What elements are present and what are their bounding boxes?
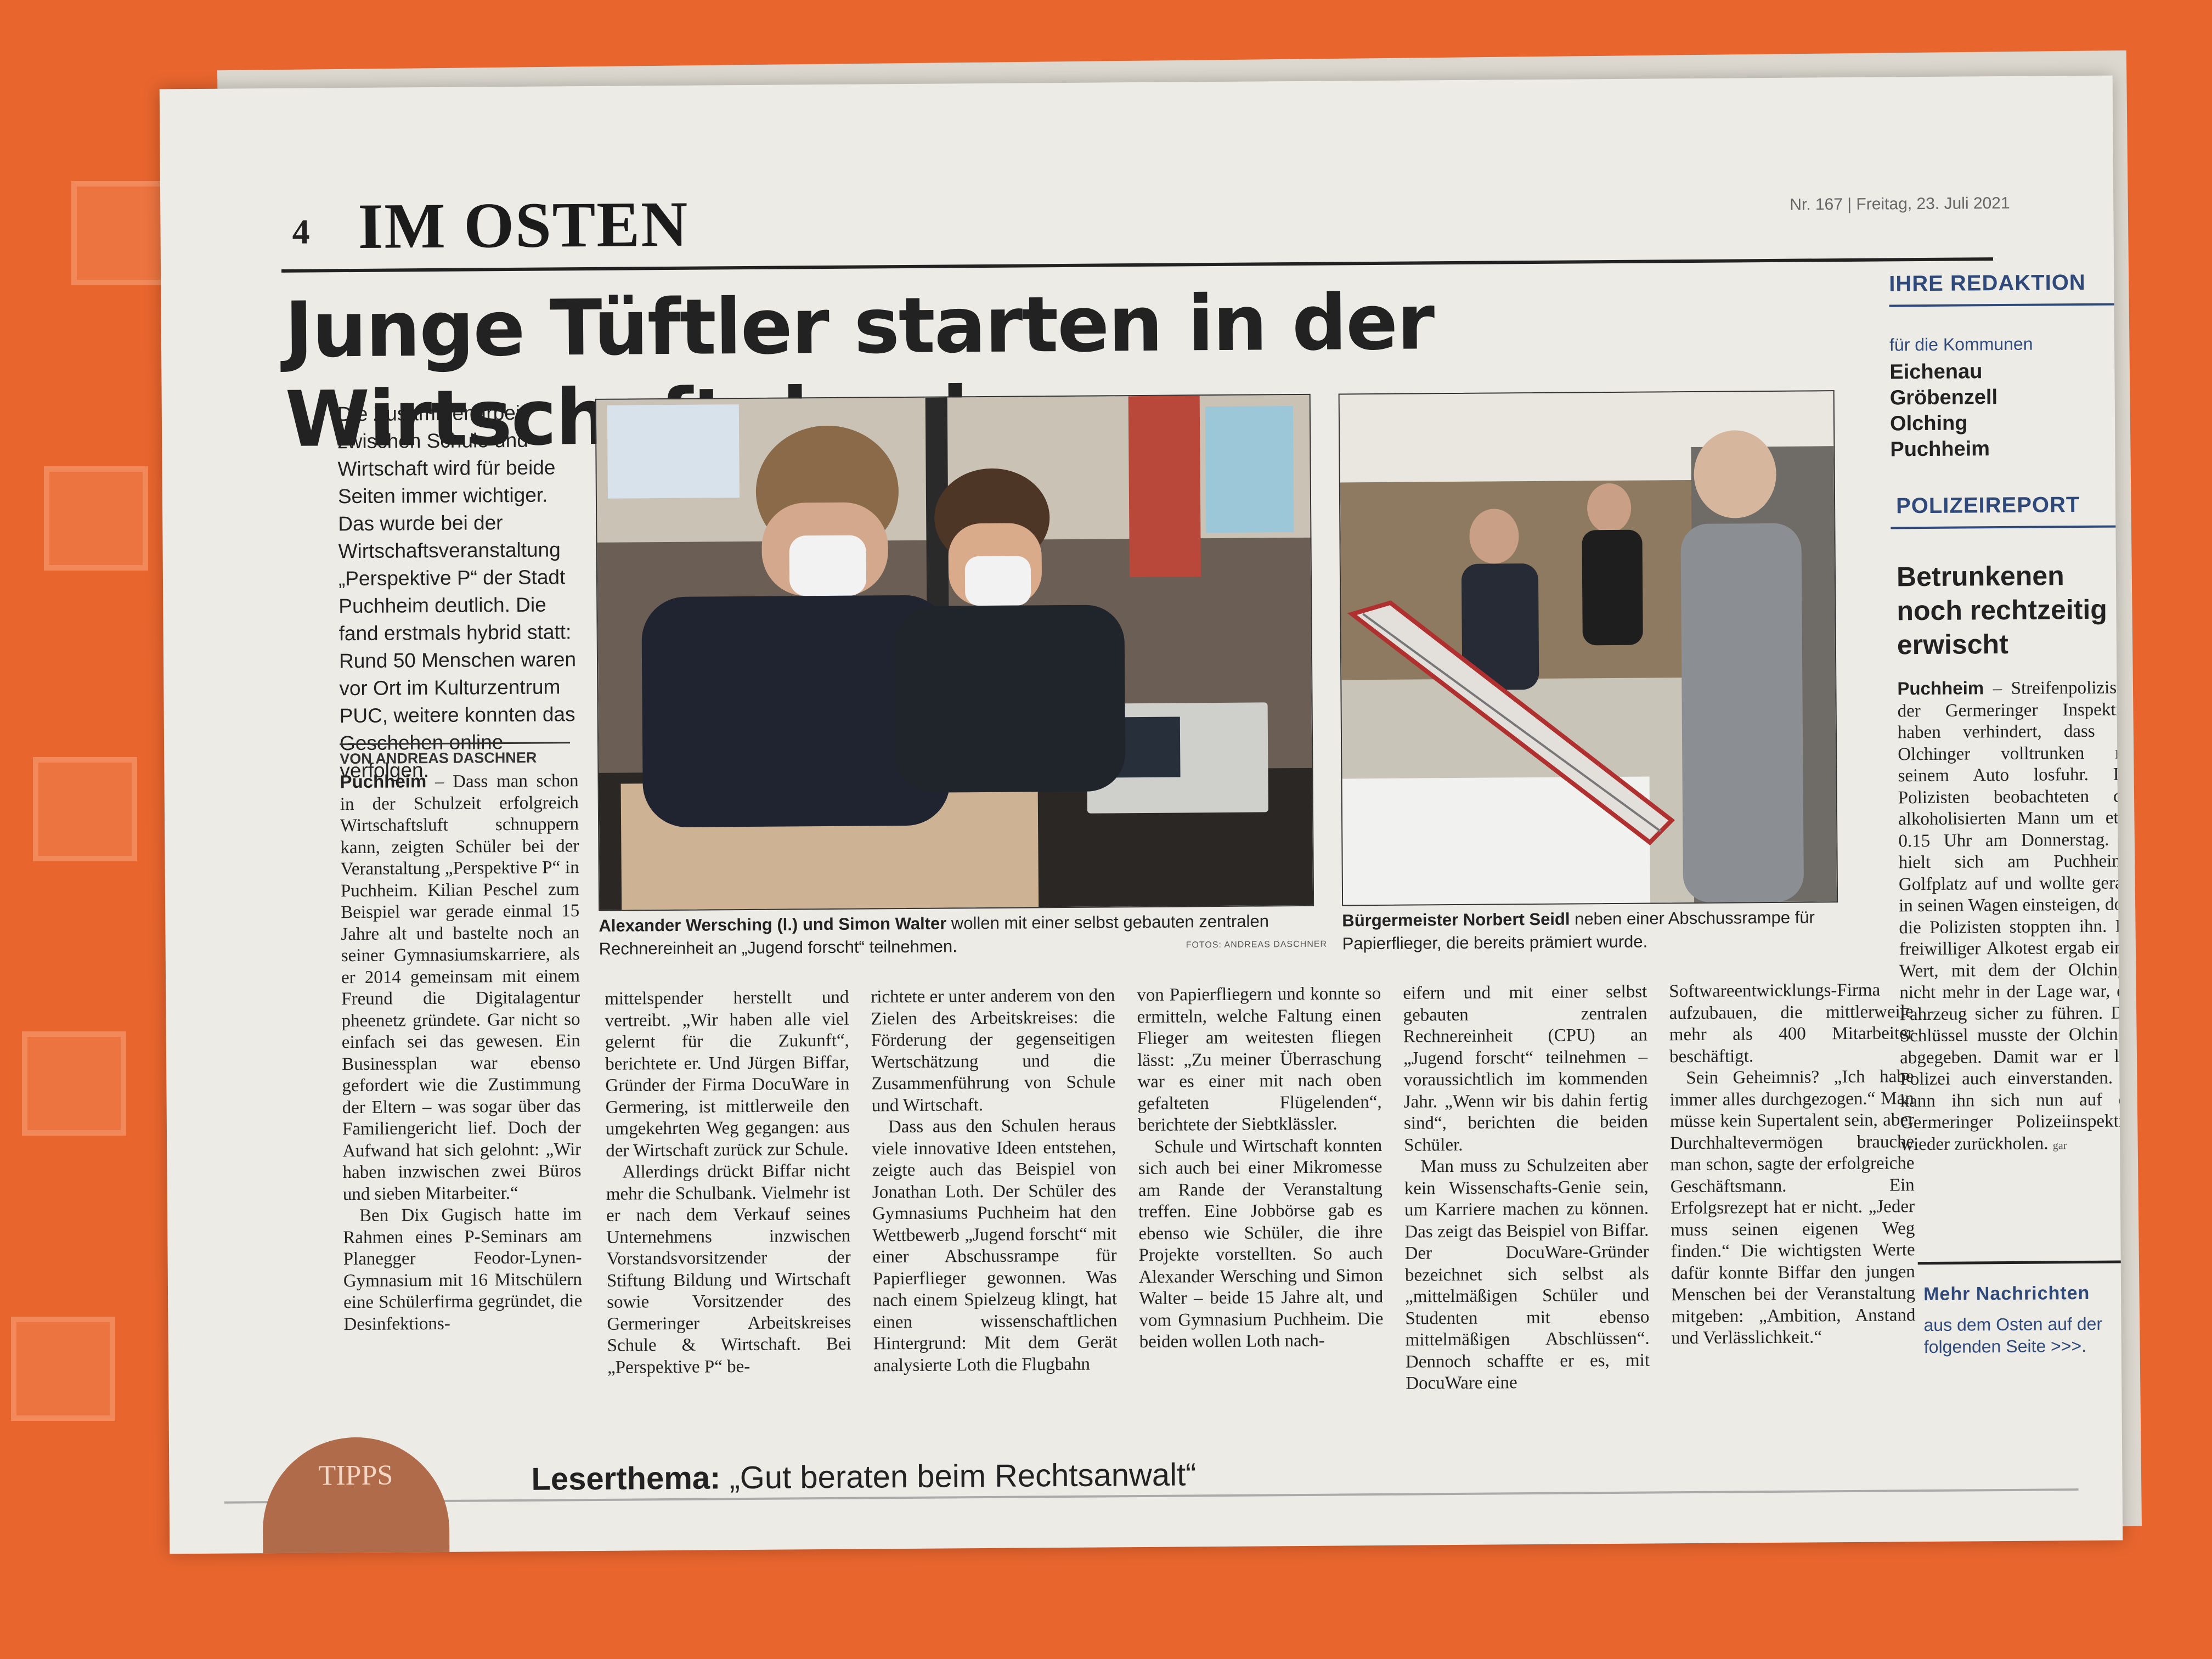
issue-info: Nr. 167 | Freitag, 23. Juli 2021 xyxy=(1790,194,2010,214)
redaktion-rule xyxy=(1889,303,2123,307)
photo-students-cpu xyxy=(595,393,1314,911)
redaktion-towns: Eichenau Gröbenzell Olching Puchheim xyxy=(1889,359,1998,462)
photo-mayor-illustration xyxy=(1339,391,1837,905)
tablecloth-pattern xyxy=(44,466,148,571)
article-column-6: Softwareentwicklungs-Firma aufzubauen, d… xyxy=(1669,979,1916,1350)
column-1-paragraph-2: Ben Dix Gugisch hatte im Rahmen eines P-… xyxy=(343,1204,583,1334)
police-report-rule xyxy=(1891,525,2123,529)
tablecloth-pattern xyxy=(22,1031,126,1136)
photo-caption-left: Alexander Wersching (l.) und Simon Walte… xyxy=(599,910,1312,961)
article-column-2: mittelspender herstellt und vertreibt. „… xyxy=(605,987,851,1379)
town-item: Eichenau xyxy=(1889,360,1983,384)
column-5-paragraph-1: eifern und mit einer selbst gebauten zen… xyxy=(1403,981,1649,1155)
reader-topic-text: „Gut beraten beim Rechtsanwalt“ xyxy=(720,1457,1197,1496)
photo-caption-right: Bürgermeister Norbert Seidl neben einer … xyxy=(1342,906,1836,955)
photo-mayor-launcher xyxy=(1338,390,1838,906)
town-item: Gröbenzell xyxy=(1889,386,1998,410)
section-title: IM OSTEN xyxy=(358,188,689,262)
column-3-paragraph-2: Dass aus den Schulen heraus viele innova… xyxy=(872,1115,1118,1375)
more-news-link[interactable]: aus dem Osten auf der folgenden Seite >>… xyxy=(1923,1312,2123,1358)
newspaper-page: 4 IM OSTEN Nr. 167 | Freitag, 23. Juli 2… xyxy=(159,75,2123,1554)
article-byline: VON ANDREAS DASCHNER xyxy=(340,742,571,768)
tablecloth-pattern xyxy=(33,757,137,861)
column-1-text-1: – Dass man schon in der Schulzeit erfolg… xyxy=(340,771,582,1204)
caption-right-names: Bürgermeister Norbert Seidl xyxy=(1342,909,1570,930)
police-signature: gar xyxy=(2052,1139,2067,1152)
police-text: Puchheim – Streifenpolizisten der Germer… xyxy=(1897,676,2123,1158)
town-item: Puchheim xyxy=(1890,437,1990,461)
reader-topic: Leserthema: „Gut beraten beim Rechtsanwa… xyxy=(531,1456,1197,1497)
redaktion-title: IHRE REDAKTION xyxy=(1889,270,2086,296)
column-4-paragraph-2: Schule und Wirtschaft konnten sich auch … xyxy=(1138,1135,1384,1352)
column-3-paragraph-1: richtete er unter anderem von den Zielen… xyxy=(871,985,1116,1115)
police-paragraph: Puchheim – Streifenpolizisten der Germer… xyxy=(1897,676,2123,1158)
article-column-5: eifern und mit einer selbst gebauten zen… xyxy=(1403,981,1650,1395)
column-2-paragraph-2: Allerdings drückt Biffar nicht mehr die … xyxy=(606,1160,851,1378)
police-dateline: Puchheim xyxy=(1897,678,1984,699)
column-6-paragraph-1: Softwareentwicklungs-Firma aufzubauen, d… xyxy=(1669,980,1914,1066)
police-report-title: POLIZEIREPORT xyxy=(1895,493,2080,518)
column-1-paragraph-1: Puchheim – Dass man schon in der Schulze… xyxy=(340,769,582,1205)
police-headline: Betrunkenen noch rechtzeitig erwischt xyxy=(1896,560,2108,661)
more-news-rule xyxy=(1917,1260,2123,1265)
article-intro: Die Zusammenarbeit zwischen Schule und W… xyxy=(337,401,577,782)
page-number: 4 xyxy=(292,212,310,251)
column-6-paragraph-2: Sein Geheimnis? „Ich habe immer alles du… xyxy=(1669,1066,1916,1348)
caption-left-names: Alexander Wersching (l.) und Simon Walte… xyxy=(599,913,947,935)
more-news-title[interactable]: Mehr Nachrichten xyxy=(1923,1283,2090,1305)
article-column-4: von Papierfliegern und konnte so ermitte… xyxy=(1137,983,1384,1353)
dateline: Puchheim xyxy=(340,771,427,792)
article-column-1: Puchheim – Dass man schon in der Schulze… xyxy=(340,769,582,1335)
tablecloth-pattern xyxy=(11,1317,115,1421)
article-column-3: richtete er unter anderem von den Zielen… xyxy=(871,985,1118,1376)
reader-topic-label: Leserthema: xyxy=(531,1460,721,1497)
photo-students-illustration xyxy=(596,394,1313,910)
column-5-paragraph-2: Man muss zu Schulzeiten aber kein Wissen… xyxy=(1404,1155,1650,1393)
redaktion-subtitle: für die Kommunen xyxy=(1889,334,2033,355)
column-2-paragraph-1: mittelspender herstellt und vertreibt. „… xyxy=(605,987,850,1161)
police-body: – Streifenpolizisten der Germeringer Ins… xyxy=(1897,678,2123,1154)
photo-credit: FOTOS: ANDREAS DASCHNER xyxy=(1186,939,1328,950)
column-4-paragraph-1: von Papierfliegern und konnte so ermitte… xyxy=(1137,983,1382,1136)
town-item: Olching xyxy=(1889,411,1968,436)
tipps-badge: TIPPS xyxy=(262,1436,450,1554)
